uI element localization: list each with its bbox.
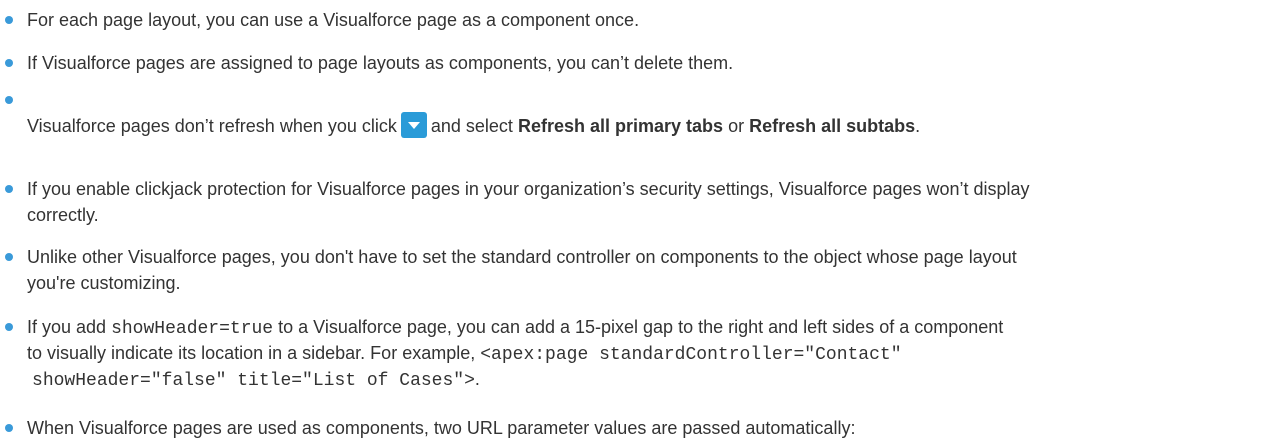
list-item: Unlike other Visualforce pages, you don'… <box>0 244 1278 296</box>
text-line: correctly. <box>27 205 99 225</box>
text-segment: and select <box>430 116 513 136</box>
text-line: to visually indicate its location in a s… <box>27 340 1272 366</box>
text-line: you're customizing. <box>27 273 181 293</box>
code-snippet: showHeader="false" title="List of Cases"… <box>32 371 475 391</box>
bullet <box>5 59 13 67</box>
bullet <box>5 253 13 261</box>
bullet <box>5 424 13 432</box>
list-item: If you enable clickjack protection for V… <box>0 176 1278 228</box>
bullet <box>5 96 13 104</box>
list-item: Visualforce pages don’t refresh when you… <box>0 90 1278 140</box>
list-item-text: For each page layout, you can use a Visu… <box>27 10 640 30</box>
code-snippet: <apex:page standardController="Contact" <box>480 345 902 365</box>
list-item: If you add showHeader=true to a Visualfo… <box>0 314 1278 394</box>
bullet <box>5 323 13 331</box>
text-segment: to visually indicate its location in a s… <box>27 343 476 363</box>
text-segment: or <box>728 116 745 136</box>
list-item-text: Unlike other Visualforce pages, you don'… <box>27 244 1272 296</box>
bullet <box>5 16 13 24</box>
text-line: If you enable clickjack protection for V… <box>27 179 1030 199</box>
text-segment: to a Visualforce page, you can add a 15-… <box>278 317 1004 337</box>
bullet <box>5 185 13 193</box>
chevron-down-icon <box>400 112 427 138</box>
code-snippet: showHeader=true <box>111 319 274 339</box>
list-item-text: If you enable clickjack protection for V… <box>27 176 1272 228</box>
refresh-all-subtabs-label: Refresh all subtabs <box>749 116 916 136</box>
list-item-text: If Visualforce pages are assigned to pag… <box>27 53 734 73</box>
text-line: Unlike other Visualforce pages, you don'… <box>27 247 1017 267</box>
list-item-text: Visualforce pages don’t refresh when you… <box>27 112 1272 139</box>
list-item-text: If you add showHeader=true to a Visualfo… <box>27 314 1272 392</box>
text-segment: If you add <box>27 317 107 337</box>
text-segment: Visualforce pages don’t refresh when you… <box>27 116 397 136</box>
text-line: showHeader="false" title="List of Cases"… <box>27 366 1272 392</box>
text-segment: . <box>474 369 480 389</box>
text-segment: . <box>915 116 921 136</box>
refresh-all-primary-tabs-label: Refresh all primary tabs <box>517 116 724 136</box>
list-item-text: When Visualforce pages are used as compo… <box>27 418 856 438</box>
text-line: If you add showHeader=true to a Visualfo… <box>27 314 1272 340</box>
